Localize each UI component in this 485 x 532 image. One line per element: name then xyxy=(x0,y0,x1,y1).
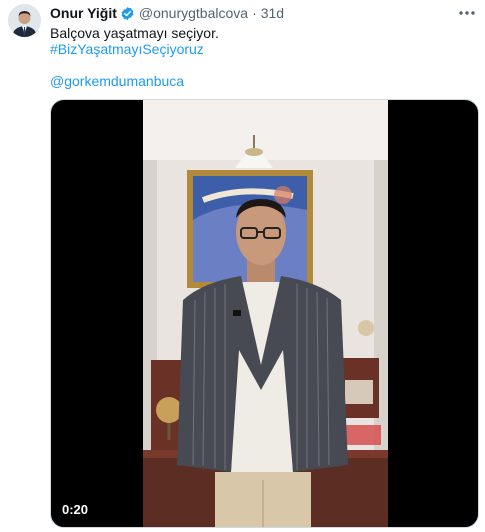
tweet[interactable]: Onur Yiğit @onurygtbalcova · 31d Balçova… xyxy=(0,0,485,532)
separator-dot: · xyxy=(252,5,257,21)
author-name[interactable]: Onur Yiğit xyxy=(50,5,117,21)
author-handle[interactable]: @onurygtbalcova xyxy=(139,5,248,21)
video-duration: 0:20 xyxy=(57,500,94,519)
more-options-icon[interactable] xyxy=(457,4,477,22)
tweet-header: Onur Yiğit @onurygtbalcova · 31d xyxy=(50,4,284,22)
video-frame[interactable] xyxy=(143,100,388,527)
video-player[interactable]: 0:20 xyxy=(50,99,479,528)
verified-badge-icon xyxy=(120,6,135,21)
hashtag-link[interactable]: #BizYaşatmayıSeçiyoruz xyxy=(50,40,204,58)
avatar[interactable] xyxy=(8,4,41,37)
mention-link[interactable]: @gorkemdumanbuca xyxy=(50,72,184,90)
timestamp[interactable]: 31d xyxy=(261,5,284,21)
